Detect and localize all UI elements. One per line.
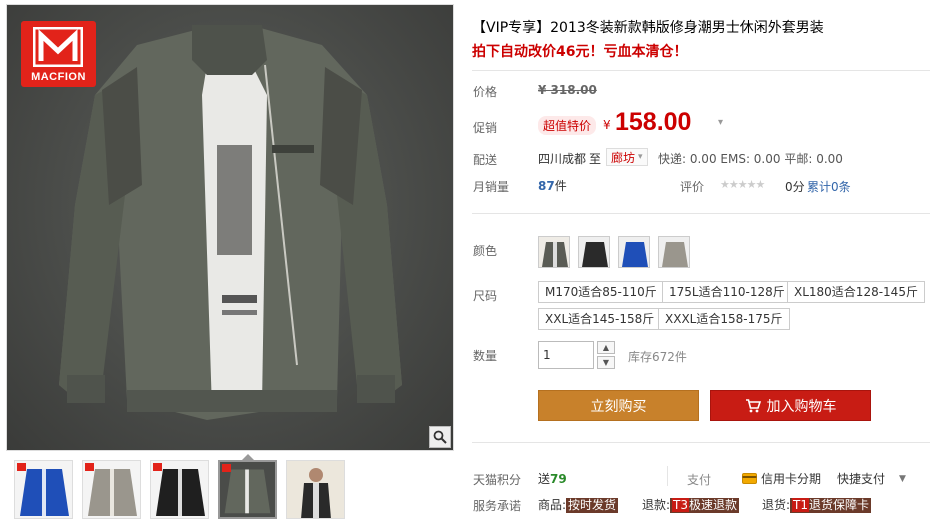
separator xyxy=(667,466,668,486)
add-to-cart-button[interactable]: 加入购物车 xyxy=(710,390,871,421)
color-swatch-black[interactable] xyxy=(578,236,610,268)
service-goods: 商品: 按时发货 xyxy=(538,496,619,513)
main-product-image[interactable]: MACFION xyxy=(6,4,454,451)
size-option-m[interactable]: M170适合85-110斤 xyxy=(538,281,664,303)
promo-label: 促销 xyxy=(473,121,498,135)
credit-card-icon xyxy=(742,473,757,484)
color-swatch-blue[interactable] xyxy=(618,236,650,268)
return-tag-text: 退货保障卡 xyxy=(809,498,870,512)
points-prefix: 送 xyxy=(538,472,551,486)
payment-label: 支付 xyxy=(687,473,712,487)
shipping-to-word: 至 xyxy=(589,152,602,166)
chevron-down-icon[interactable]: ▾ xyxy=(718,117,723,128)
monthly-sales-count: 87 xyxy=(538,179,555,193)
currency-symbol: ¥ xyxy=(603,118,611,132)
monthly-sales-label: 月销量 xyxy=(473,180,510,194)
promo-price: 158.00 xyxy=(615,108,692,136)
shipping-fees: 快递: 0.00 EMS: 0.00 平邮: 0.00 xyxy=(658,152,843,166)
brand-badge-icon xyxy=(85,463,94,471)
quantity-input[interactable] xyxy=(538,341,594,369)
color-swatch-khaki[interactable] xyxy=(658,236,690,268)
credit-card-label: 信用卡分期 xyxy=(761,472,822,486)
buy-now-button[interactable]: 立刻购买 xyxy=(538,390,699,421)
divider xyxy=(472,70,930,71)
stock-info: 库存672件 xyxy=(628,350,687,364)
price-label: 价格 xyxy=(473,85,498,99)
destination-value: 廊坊 xyxy=(611,150,636,165)
brand-badge-icon xyxy=(17,463,26,471)
color-label: 颜色 xyxy=(473,244,498,258)
monthly-sales: 87件 xyxy=(538,177,567,194)
service-return-label: 退货: xyxy=(762,498,791,512)
quantity-label: 数量 xyxy=(473,349,498,363)
thumbnail-model-photo[interactable] xyxy=(286,460,345,519)
thumbnail-green-jacket[interactable] xyxy=(218,460,277,519)
service-refund-label: 退款: xyxy=(642,498,671,512)
product-title: 【VIP专享】2013冬装新款韩版修身潮男士休闲外套男装 xyxy=(472,20,824,36)
shipping-origin: 四川成都 xyxy=(538,152,587,166)
service-refund-tag[interactable]: T3极速退款 xyxy=(670,498,740,513)
return-code: T1 xyxy=(792,498,810,512)
divider xyxy=(472,213,930,214)
add-to-cart-label: 加入购物车 xyxy=(766,398,837,415)
cart-icon xyxy=(745,398,761,412)
size-label: 尺码 xyxy=(473,289,498,303)
quick-pay-label: 快捷支付 xyxy=(837,472,886,486)
size-option-xxxl[interactable]: XXXL适合158-175斤 xyxy=(658,308,790,330)
brand-badge-icon xyxy=(222,464,231,472)
brand-name: MACFION xyxy=(31,71,86,83)
divider xyxy=(472,442,930,443)
service-return-tag[interactable]: T1退货保障卡 xyxy=(790,498,872,513)
buy-now-label: 立刻购买 xyxy=(590,398,647,415)
brand-badge-icon xyxy=(153,463,162,471)
thumbnail-black-jacket[interactable] xyxy=(150,460,209,519)
review-count-link[interactable]: 累计0条 xyxy=(807,178,851,195)
service-goods-label: 商品: xyxy=(538,498,567,512)
size-option-xxl[interactable]: XXL适合145-158斤 xyxy=(538,308,662,330)
size-option-xl[interactable]: XL180适合128-145斤 xyxy=(787,281,925,303)
chevron-down-icon: ▼ xyxy=(899,473,906,484)
service-refund: 退款: T3极速退款 xyxy=(642,496,740,513)
points-label: 天猫积分 xyxy=(473,473,522,487)
thumbnail-khaki-jacket[interactable] xyxy=(82,460,141,519)
refund-code: T3 xyxy=(672,498,690,512)
service-return: 退货: T1退货保障卡 xyxy=(762,496,872,513)
service-goods-tag[interactable]: 按时发货 xyxy=(566,498,619,513)
brand-m-icon xyxy=(33,27,83,67)
product-subtitle: 拍下自动改价46元！亏血本清仓！ xyxy=(472,44,688,60)
promo-tag: 超值特价 xyxy=(538,116,597,135)
quantity-decrease-button[interactable]: ▼ xyxy=(597,356,615,369)
refund-tag-text: 极速退款 xyxy=(689,498,738,512)
service-label: 服务承诺 xyxy=(473,499,522,513)
rating-label: 评价 xyxy=(680,180,705,194)
monthly-sales-unit: 件 xyxy=(554,179,567,193)
chevron-down-icon: ▾ xyxy=(638,152,643,162)
original-price: ¥ 318.00 xyxy=(538,83,597,97)
brand-logo: MACFION xyxy=(21,21,96,87)
credit-card-installment[interactable]: 信用卡分期 xyxy=(742,470,821,487)
shipping-label: 配送 xyxy=(473,153,498,167)
rating-score: 0分 xyxy=(785,180,805,194)
quick-pay[interactable]: 快捷支付 ▼ xyxy=(837,470,906,487)
thumbnail-blue-jacket[interactable] xyxy=(14,460,73,519)
points-number: 79 xyxy=(550,472,567,486)
quantity-increase-button[interactable]: ▲ xyxy=(597,341,615,354)
thumbnail-strip xyxy=(14,460,345,519)
rating-stars-icon: ★★★★★ xyxy=(720,178,765,191)
color-swatch-green-print[interactable] xyxy=(538,236,570,268)
points-value: 送79 xyxy=(538,470,567,487)
size-option-l[interactable]: 175L适合110-128斤 xyxy=(662,281,792,303)
zoom-icon[interactable] xyxy=(429,426,451,448)
destination-select[interactable]: 廊坊 ▾ xyxy=(606,148,648,166)
